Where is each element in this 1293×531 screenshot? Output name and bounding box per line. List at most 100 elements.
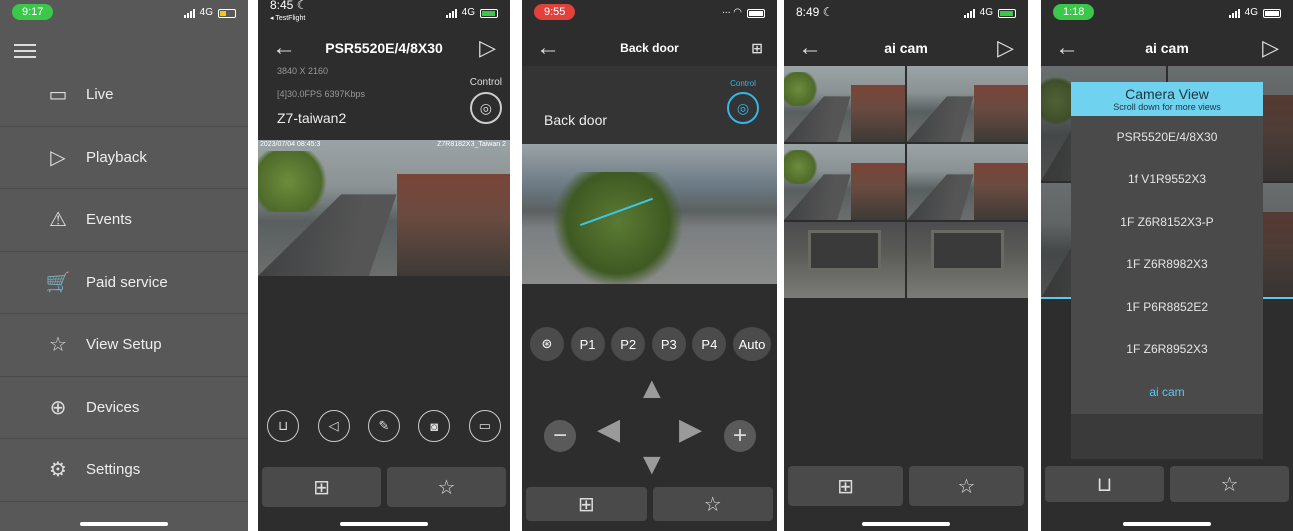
signal-icon (1228, 8, 1240, 18)
camera-tile[interactable] (907, 66, 1028, 142)
header: ← Back door ⊞ (522, 30, 777, 66)
back-arrow-icon[interactable]: ← (1055, 34, 1079, 62)
favorites-button[interactable]: ☆ (909, 466, 1024, 506)
microphone-icon[interactable]: ✎ (367, 410, 400, 442)
zoom-out-button[interactable]: − (544, 420, 576, 452)
settings-icon: ⚙ (49, 459, 67, 482)
events-icon: ⚠ (49, 209, 67, 232)
overlay-subtitle: Scroll down for more views (1113, 102, 1221, 112)
camera-tile[interactable] (784, 144, 905, 220)
clock: 1:18 (1053, 4, 1095, 20)
battery-icon (747, 8, 765, 18)
speaker-icon[interactable]: ◁ (317, 410, 350, 442)
menu-screen: 9:17 4G ▭ Live ▷ Playback ⚠ Events 🛒 Paid servi… (0, 0, 248, 531)
grid-layout-button[interactable]: ⊔ (1045, 466, 1164, 502)
video-feed[interactable]: 2023/07/04 08:45:3 Z7R8182X3_Taiwan 2 (258, 140, 510, 276)
status-bar: 8:49 ☾ 4G (784, 0, 1028, 24)
preset-p1-button[interactable]: P1 (570, 327, 605, 361)
favorites-button[interactable]: ☆ (652, 487, 773, 521)
ptz-control-icon[interactable]: ◎ (469, 92, 502, 124)
menu-item-playback[interactable]: ▷ Playback (0, 127, 248, 189)
status-bar: 1:18 4G (1041, 0, 1293, 24)
back-arrow-icon[interactable]: ← (798, 34, 822, 62)
grid-layout-button[interactable]: ⊞ (788, 466, 903, 506)
tilt-down-icon[interactable]: ▼ (637, 448, 667, 482)
camera-view-item[interactable]: 1F Z6R8952X3 (1071, 328, 1263, 371)
menu-item-paid-service[interactable]: 🛒 Paid service (0, 252, 248, 314)
camera-name: Back door (544, 112, 608, 128)
control-box: Control ◎ (727, 79, 759, 124)
video-feed[interactable] (522, 144, 777, 284)
signal-status: 4G (1228, 7, 1281, 18)
status-bar: 8:45 ☾ ◂ TestFlight 4G (258, 0, 510, 24)
menu-item-view-setup[interactable]: ☆ View Setup (0, 314, 248, 377)
menu-item-events[interactable]: ⚠ Events (0, 189, 248, 252)
camera-label-overlay: Z7R8182X3_Taiwan 2 (437, 141, 506, 148)
snapshot-icon[interactable]: ◙ (418, 410, 451, 442)
camera-view-item[interactable]: ai cam (1071, 371, 1263, 414)
preset-p4-button[interactable]: P4 (692, 327, 727, 361)
camera-view-item[interactable]: 1F Z6R8152X3-P (1071, 201, 1263, 244)
menu-item-live[interactable]: ▭ Live (0, 64, 248, 127)
ptz-control-icon[interactable]: ◎ (727, 92, 759, 124)
resolution-text: 3840 X 2160 (277, 66, 329, 76)
camera-tile[interactable] (784, 222, 905, 298)
control-box: Control ◎ (470, 77, 502, 124)
camera-view-screen: 1:18 4G ← ai cam ▷ Camera View Scroll do… (1041, 0, 1293, 531)
pan-left-icon[interactable]: ◀ (597, 412, 620, 447)
camera-view-menu: Camera View Scroll down for more views P… (1071, 82, 1263, 459)
favorites-button[interactable]: ☆ (387, 467, 506, 507)
play-icon[interactable]: ▷ (997, 35, 1014, 61)
clock: 8:45 (270, 0, 294, 12)
camera-tile[interactable] (907, 144, 1028, 220)
grid-view-screen: 8:49 ☾ 4G ← ai cam ▷ ⊞ ☆ (784, 0, 1028, 531)
fps-text: [4]30.0FPS 6397Kbps (277, 89, 366, 99)
preset-p2-button[interactable]: P2 (611, 327, 646, 361)
testflight-back-link[interactable]: ◂ TestFlight (270, 15, 305, 22)
camera-view-item[interactable]: 1F Z6R8982X3 (1071, 243, 1263, 286)
camera-grid (784, 66, 1028, 298)
signal-icon (445, 8, 457, 18)
camera-view-item[interactable]: PSR5520E/4/8X30 (1071, 116, 1263, 159)
favorites-button[interactable]: ☆ (1170, 466, 1289, 502)
preset-auto-button[interactable]: Auto (732, 327, 771, 361)
camera-image (522, 144, 777, 284)
control-label: Control (469, 77, 502, 88)
side-menu: ▭ Live ▷ Playback ⚠ Events 🛒 Paid service ☆ View … (0, 64, 248, 502)
record-icon[interactable]: ▭ (468, 410, 501, 442)
view-list: PSR5520E/4/8X30 1f V1R9552X3 1F Z6R8152X3-… (1071, 116, 1263, 414)
tilt-up-icon[interactable]: ▲ (637, 372, 667, 406)
page-title: Back door (620, 41, 679, 55)
preset-p3-button[interactable]: P3 (651, 327, 686, 361)
iris-button[interactable]: ⊛ (530, 327, 564, 361)
menu-item-settings[interactable]: ⚙ Settings (0, 439, 248, 502)
bottom-tabs: ⊞ ☆ (788, 466, 1024, 506)
hamburger-menu-icon[interactable] (14, 40, 36, 62)
network-label: 4G (199, 6, 213, 18)
pan-right-icon[interactable]: ▶ (679, 412, 702, 447)
timestamp-overlay: 2023/07/04 08:45:3 (260, 141, 321, 148)
back-arrow-icon[interactable]: ← (272, 34, 296, 62)
camera-view-item[interactable]: 1F P6R8852E2 (1071, 286, 1263, 329)
play-icon[interactable]: ▷ (479, 35, 496, 61)
menu-item-label: Settings (86, 461, 141, 479)
camera-tile[interactable] (784, 66, 905, 142)
back-arrow-icon[interactable]: ← (536, 34, 560, 62)
camera-tile[interactable] (907, 222, 1028, 298)
status-bar: 9:17 4G (0, 0, 248, 24)
add-camera-icon[interactable]: ⊞ (751, 40, 763, 57)
grid-layout-button[interactable]: ⊞ (526, 487, 647, 521)
menu-item-devices[interactable]: ⊕ Devices (0, 377, 248, 439)
lock-icon[interactable]: ⊔ (267, 410, 300, 442)
bottom-tabs: ⊔ ☆ (1045, 466, 1289, 502)
overlay-title: Camera View (1125, 86, 1209, 102)
control-label: Control (730, 79, 756, 88)
clock: 9:55 (534, 4, 576, 20)
grid-layout-button[interactable]: ⊞ (262, 467, 381, 507)
play-icon[interactable]: ▷ (1262, 35, 1279, 61)
playback-icon: ▷ (50, 146, 66, 169)
signal-icon (183, 8, 195, 18)
zoom-in-button[interactable]: + (724, 420, 756, 452)
menu-item-label: Events (86, 211, 132, 229)
camera-view-item[interactable]: 1f V1R9552X3 (1071, 158, 1263, 201)
